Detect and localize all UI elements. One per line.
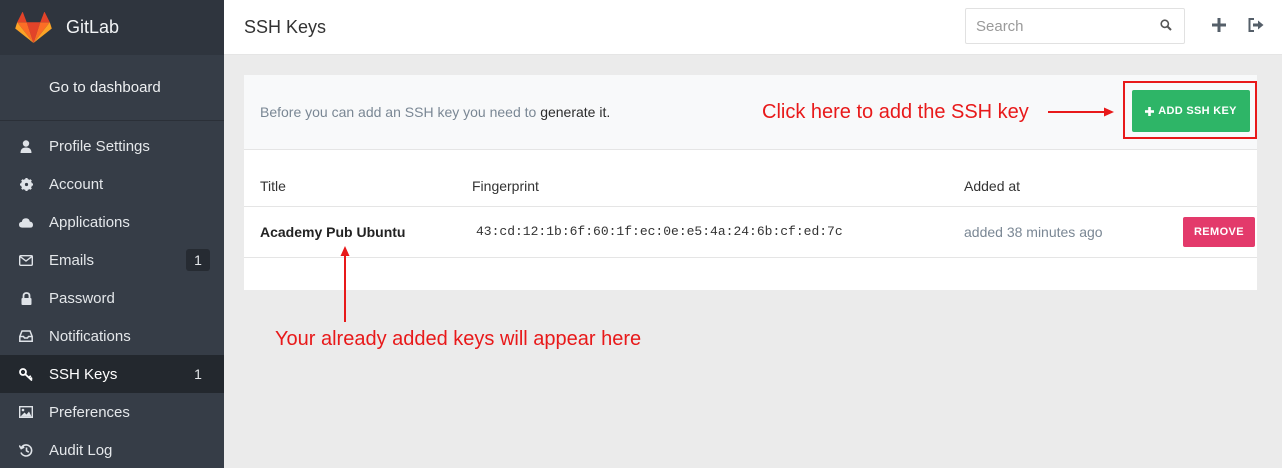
sign-out-icon[interactable]: [1248, 18, 1264, 32]
column-header-title: Title: [260, 178, 286, 194]
sidebar-item-profile-settings[interactable]: Profile Settings: [0, 127, 224, 165]
add-key-annotation: Click here to add the SSH key: [762, 101, 1029, 123]
sidebar-item-label: Emails: [49, 251, 95, 269]
sidebar-item-applications[interactable]: Applications: [0, 203, 224, 241]
annotation-arrow-up-icon: [340, 246, 350, 322]
sidebar-item-label: Password: [49, 289, 115, 307]
sidebar-item-preferences[interactable]: Preferences: [0, 393, 224, 431]
key-icon: [19, 367, 33, 381]
sidebar-item-label: Notifications: [49, 327, 131, 345]
page-title: SSH Keys: [244, 16, 327, 37]
key-fingerprint: 43:cd:12:1b:6f:60:1f:ec:0e:e5:4a:24:6b:c…: [476, 224, 843, 239]
gear-icon: [19, 177, 33, 191]
gitlab-logo-icon: [15, 11, 52, 43]
plus-icon[interactable]: [1212, 18, 1226, 32]
ssh-keys-panel: Before you can add an SSH key you need t…: [244, 75, 1257, 290]
panel-toolbar: Before you can add an SSH key you need t…: [244, 75, 1257, 150]
sidebar-item-label: Preferences: [49, 403, 130, 421]
ssh-keys-count-badge: 1: [194, 366, 202, 382]
cloud-icon: [19, 215, 33, 229]
add-button-highlight: ADD SSH KEY: [1123, 81, 1257, 139]
key-added-at: added 38 minutes ago: [964, 224, 1103, 240]
search-input[interactable]: [976, 17, 1146, 35]
sidebar-item-password[interactable]: Password: [0, 279, 224, 317]
sidebar-item-notifications[interactable]: Notifications: [0, 317, 224, 355]
user-icon: [19, 139, 33, 153]
column-header-added-at: Added at: [964, 178, 1021, 194]
brand-name: GitLab: [66, 17, 120, 37]
annotation-arrow-right-icon: [1048, 107, 1114, 117]
hint-text: Before you can add an SSH key you need t…: [260, 104, 541, 120]
sidebar-item-label: Audit Log: [49, 441, 113, 459]
add-ssh-key-label: ADD SSH KEY: [1158, 105, 1237, 117]
add-ssh-key-button[interactable]: ADD SSH KEY: [1132, 90, 1250, 132]
keys-list-annotation: Your already added keys will appear here: [275, 328, 642, 350]
top-header: SSH Keys: [224, 0, 1282, 55]
sidebar-item-audit-log[interactable]: Audit Log: [0, 431, 224, 468]
plus-icon: [1145, 106, 1155, 116]
sidebar-item-account[interactable]: Account: [0, 165, 224, 203]
keys-table-header: Title Fingerprint Added at: [244, 150, 1257, 207]
history-icon: [19, 443, 33, 457]
sidebar-item-emails[interactable]: Emails 1: [0, 241, 224, 279]
envelope-icon: [19, 253, 33, 267]
go-to-dashboard-link[interactable]: Go to dashboard: [0, 55, 224, 121]
emails-count-badge: 1: [186, 249, 210, 271]
search-box[interactable]: [965, 8, 1185, 44]
sidebar-item-ssh-keys[interactable]: SSH Keys 1: [0, 355, 224, 393]
generate-it-link[interactable]: generate it.: [540, 104, 610, 120]
generate-hint: Before you can add an SSH key you need t…: [260, 104, 610, 120]
remove-key-button[interactable]: REMOVE: [1183, 217, 1255, 247]
brand[interactable]: GitLab: [0, 0, 224, 55]
inbox-icon: [19, 329, 33, 343]
sidebar-item-label: Account: [49, 175, 104, 193]
sidebar: GitLab Go to dashboard Profile Settings …: [0, 0, 224, 468]
column-header-fingerprint: Fingerprint: [472, 178, 539, 194]
sidebar-item-label: Profile Settings: [49, 137, 150, 155]
key-title[interactable]: Academy Pub Ubuntu: [260, 224, 405, 240]
sidebar-item-label: Applications: [49, 213, 130, 231]
lock-icon: [19, 291, 33, 305]
table-row: Academy Pub Ubuntu 43:cd:12:1b:6f:60:1f:…: [244, 207, 1257, 258]
image-icon: [19, 405, 33, 419]
search-icon[interactable]: [1160, 19, 1172, 31]
sidebar-nav: Profile Settings Account Applications Em…: [0, 121, 224, 468]
sidebar-item-label: SSH Keys: [49, 365, 118, 383]
